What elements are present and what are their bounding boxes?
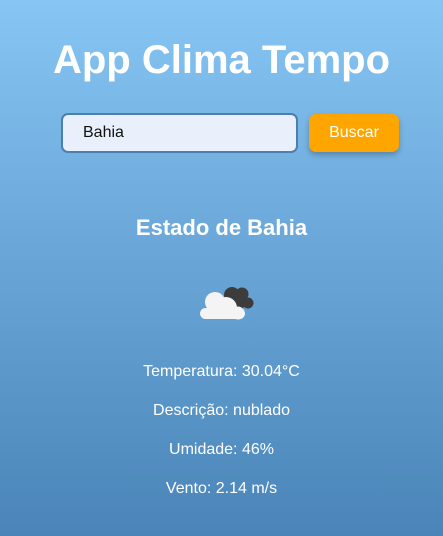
humidity-text: Umidade: 46%: [169, 441, 274, 458]
city-search-input[interactable]: [61, 113, 298, 153]
cloud-icon: [200, 287, 254, 320]
location-title: Estado de Bahia: [135, 215, 308, 240]
temperature-text: Temperatura: 30.04°C: [143, 363, 300, 380]
app-title: App Clima Tempo: [52, 38, 391, 82]
weather-app: App Clima Tempo Buscar Estado de Bahia T…: [0, 0, 443, 536]
search-button[interactable]: Buscar: [309, 114, 399, 152]
wind-text: Vento: 2.14 m/s: [165, 480, 278, 497]
description-text: Descrição: nublado: [153, 402, 290, 419]
